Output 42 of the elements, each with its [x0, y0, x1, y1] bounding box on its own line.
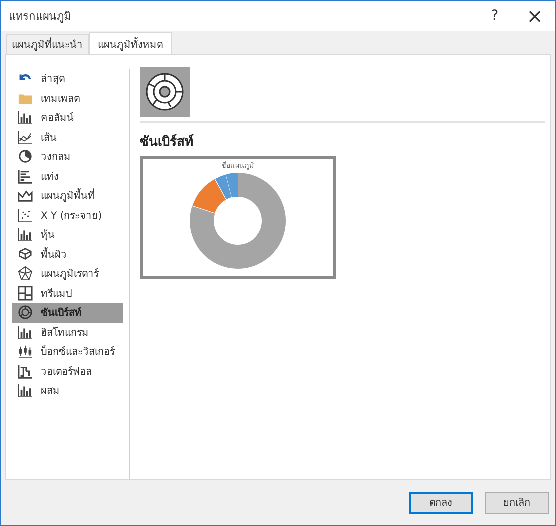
sidebar-item[interactable]: แผนภูมิพื้นที่ [12, 186, 123, 206]
tab[interactable]: แผนภูมิที่แนะนำ [6, 34, 89, 54]
pie-chart-icon [18, 149, 33, 164]
combo-chart-icon [18, 383, 33, 398]
sidebar-item[interactable]: ผสม [12, 381, 123, 400]
sidebar-item[interactable]: ฮิสโทแกรม [12, 322, 123, 342]
sunburst-icon [18, 305, 33, 320]
sidebar-item[interactable]: บ็อกซ์และวิสเกอร์ [12, 342, 123, 362]
waterfall-icon [18, 364, 33, 379]
tab[interactable]: แผนภูมิทั้งหมด [89, 32, 172, 54]
area-chart-icon [18, 188, 33, 204]
chart-type-heading: ซันเบิร์สท์ [140, 133, 194, 152]
stock-chart-icon [18, 227, 33, 242]
column-chart-icon [18, 110, 33, 126]
sidebar-item[interactable]: แผนภูมิเรดาร์ [12, 264, 123, 284]
sidebar-item[interactable]: เส้น [12, 128, 123, 147]
sidebar-item[interactable]: วอเตอร์ฟอล [12, 362, 123, 381]
sidebar-item[interactable]: เทมเพลต [12, 88, 123, 108]
surface-chart-icon [18, 246, 33, 262]
sidebar-item[interactable]: ซันเบิร์สท์ [12, 303, 123, 322]
sidebar-item[interactable]: ทรีแมป [12, 284, 123, 303]
scatter-chart-icon [18, 208, 33, 223]
sidebar-item[interactable]: แท่ง [12, 166, 123, 186]
sidebar-item[interactable]: พื้นผิว [12, 244, 123, 264]
sunburst-chart-option[interactable] [140, 67, 190, 117]
histogram-icon [18, 324, 33, 340]
sidebar-item[interactable]: X Y (กระจาย) [12, 206, 123, 225]
sidebar-item[interactable]: วงกลม [12, 147, 123, 166]
help-button[interactable]: ? [475, 2, 515, 30]
cancel-button[interactable]: ยกเลิก [485, 492, 549, 514]
sunburst-icon [145, 72, 185, 112]
line-chart-icon [18, 130, 33, 145]
bar-chart-icon [18, 168, 33, 184]
treemap-icon [18, 286, 33, 301]
radar-chart-icon [18, 266, 33, 282]
sidebar-item[interactable]: หุ้น [12, 225, 123, 244]
box-whisker-icon [18, 344, 33, 360]
sidebar-item[interactable]: ล่าสุด [12, 69, 123, 88]
window-title: แทรกแผนภูมิ [9, 9, 72, 25]
ok-button[interactable]: ตกลง [409, 492, 473, 514]
close-button[interactable]: × [515, 2, 555, 30]
sidebar-item[interactable]: คอลัมน์ [12, 108, 123, 128]
